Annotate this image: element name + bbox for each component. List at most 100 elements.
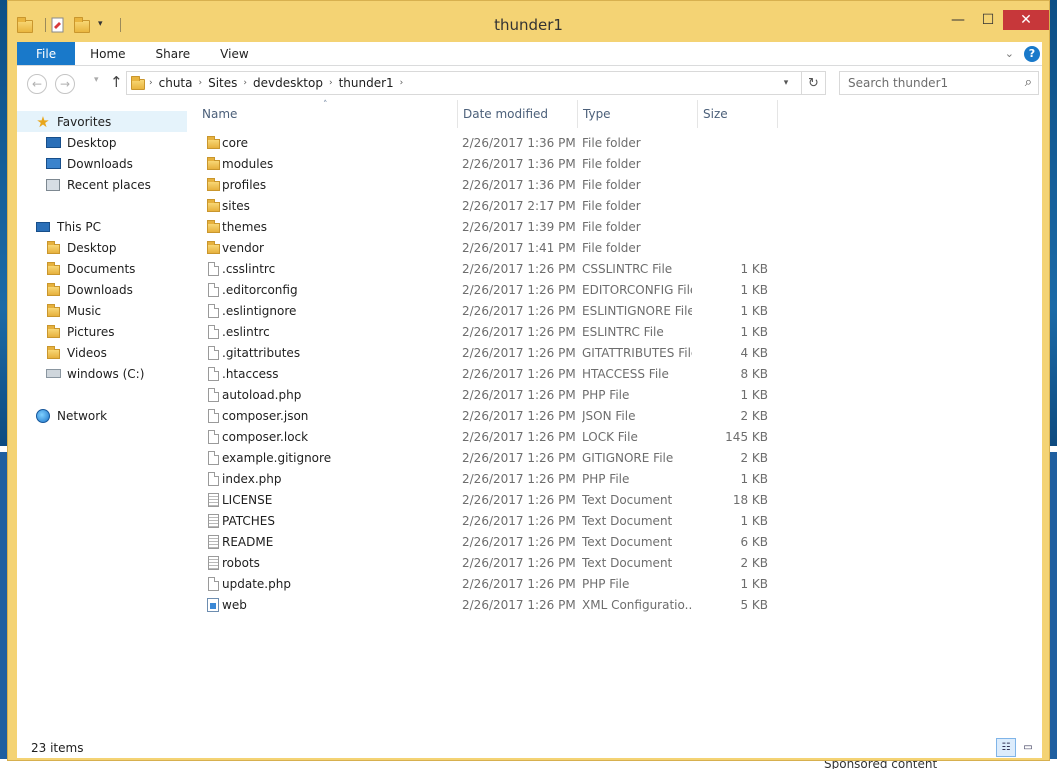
minimize-button[interactable]: — — [943, 10, 973, 30]
table-row[interactable]: index.php 2/26/2017 1:26 PM PHP File 1 KB — [199, 468, 774, 489]
search-input[interactable]: Search thunder1 ⌕ — [839, 71, 1039, 95]
sidebar-item-label: Desktop — [67, 135, 117, 150]
file-date: 2/26/2017 1:26 PM — [462, 282, 576, 297]
file-date: 2/26/2017 1:36 PM — [462, 156, 576, 171]
column-header-name[interactable]: Name — [202, 100, 237, 128]
column-header-type[interactable]: Type — [583, 100, 611, 128]
column-header-date[interactable]: Date modified — [463, 100, 548, 128]
table-row[interactable]: autoload.php 2/26/2017 1:26 PM PHP File 1 K… — [199, 384, 774, 405]
breadcrumb-chuta[interactable]: chuta — [159, 76, 193, 90]
crumb-separator[interactable]: › — [149, 78, 153, 88]
file-name: README — [222, 534, 274, 549]
title-bar[interactable]: ▾ thunder1 — ☐ ✕ — [8, 1, 1049, 41]
refresh-icon[interactable]: ↻ — [801, 72, 825, 94]
sidebar-item-windows-drive[interactable]: windows (C:) — [17, 363, 144, 384]
file-size: 6 KB — [740, 534, 768, 549]
breadcrumb-thunder1[interactable]: thunder1 — [339, 76, 394, 90]
table-row[interactable]: .csslintrc 2/26/2017 1:26 PM CSSLINTRC Fil… — [199, 258, 774, 279]
table-row[interactable]: modules 2/26/2017 1:36 PM File folder — [199, 153, 774, 174]
explorer-window: ▾ thunder1 — ☐ ✕ File Home Share View ⌄ … — [7, 0, 1050, 761]
crumb-separator[interactable]: › — [198, 78, 202, 88]
table-row[interactable]: .editorconfig 2/26/2017 1:26 PM EDITORCONF… — [199, 279, 774, 300]
address-dropdown-icon[interactable]: ▾ — [777, 72, 795, 94]
text-document-icon — [205, 552, 221, 573]
sidebar-item-favorites[interactable]: ★ Favorites — [17, 111, 187, 132]
recent-locations-icon[interactable]: ▾ — [94, 75, 99, 85]
column-divider[interactable] — [577, 100, 578, 128]
table-row[interactable]: .htaccess 2/26/2017 1:26 PM HTACCESS File 8… — [199, 363, 774, 384]
text-document-icon — [205, 510, 221, 531]
sidebar-item-network[interactable]: Network — [17, 405, 107, 426]
sidebar-item-pictures[interactable]: Pictures — [17, 321, 115, 342]
file-date: 2/26/2017 1:36 PM — [462, 177, 576, 192]
file-size: 1 KB — [740, 303, 768, 318]
file-icon — [205, 321, 221, 342]
expand-ribbon-icon[interactable]: ⌄ — [1005, 47, 1014, 60]
file-name: .editorconfig — [222, 282, 298, 297]
column-header-size[interactable]: Size — [703, 100, 728, 128]
sidebar-item-recent-places[interactable]: Recent places — [17, 174, 151, 195]
sidebar-item-this-pc[interactable]: This PC — [17, 216, 101, 237]
sidebar-item-documents[interactable]: Documents — [17, 258, 135, 279]
sidebar-item-downloads[interactable]: Downloads — [17, 153, 133, 174]
sidebar-item-pc-downloads[interactable]: Downloads — [17, 279, 133, 300]
tab-view[interactable]: View — [205, 42, 263, 65]
breadcrumb-devdesktop[interactable]: devdesktop — [253, 76, 323, 90]
file-icon — [205, 342, 221, 363]
table-row[interactable]: .gitattributes 2/26/2017 1:26 PM GITATTRIB… — [199, 342, 774, 363]
address-bar[interactable]: › chuta › Sites › devdesktop › thunder1 … — [126, 71, 826, 95]
table-row[interactable]: profiles 2/26/2017 1:36 PM File folder — [199, 174, 774, 195]
help-icon[interactable]: ? — [1024, 45, 1040, 62]
maximize-button[interactable]: ☐ — [973, 10, 1003, 30]
forward-button[interactable]: → — [55, 74, 75, 94]
crumb-separator[interactable]: › — [243, 78, 247, 88]
file-name: core — [222, 135, 248, 150]
sidebar-item-label: Recent places — [67, 177, 151, 192]
table-row[interactable]: sites 2/26/2017 2:17 PM File folder — [199, 195, 774, 216]
table-row[interactable]: core 2/26/2017 1:36 PM File folder — [199, 132, 774, 153]
file-type: PHP File — [582, 576, 630, 591]
table-row[interactable]: composer.lock 2/26/2017 1:26 PM LOCK File 1… — [199, 426, 774, 447]
column-divider[interactable] — [697, 100, 698, 128]
sidebar-item-pc-desktop[interactable]: Desktop — [17, 237, 117, 258]
table-row[interactable]: vendor 2/26/2017 1:41 PM File folder — [199, 237, 774, 258]
breadcrumb-sites[interactable]: Sites — [208, 76, 237, 90]
sidebar-item-label: windows (C:) — [67, 366, 145, 381]
crumb-separator[interactable]: › — [400, 78, 404, 88]
sidebar-item-label: Network — [57, 408, 108, 423]
sidebar-item-desktop[interactable]: Desktop — [17, 132, 117, 153]
table-row[interactable]: web 2/26/2017 1:26 PM XML Configuratio... 5… — [199, 594, 774, 615]
table-row[interactable]: robots 2/26/2017 1:26 PM Text Document 2 KB — [199, 552, 774, 573]
table-row[interactable]: update.php 2/26/2017 1:26 PM PHP File 1 KB — [199, 573, 774, 594]
tab-share[interactable]: Share — [141, 42, 206, 65]
table-row[interactable]: .eslintignore 2/26/2017 1:26 PM ESLINTIGNO… — [199, 300, 774, 321]
large-icons-view-button[interactable]: ▭ — [1018, 738, 1038, 757]
crumb-separator[interactable]: › — [329, 78, 333, 88]
column-divider[interactable] — [457, 100, 458, 128]
sidebar-item-videos[interactable]: Videos — [17, 342, 107, 363]
sidebar-item-music[interactable]: Music — [17, 300, 101, 321]
sidebar-item-label: Videos — [67, 345, 107, 360]
table-row[interactable]: PATCHES 2/26/2017 1:26 PM Text Document 1 K… — [199, 510, 774, 531]
details-view-button[interactable]: ☷ — [996, 738, 1016, 757]
view-switcher: ☷ ▭ — [994, 738, 1038, 757]
up-button[interactable]: ↑ — [110, 73, 123, 91]
column-divider[interactable] — [777, 100, 778, 128]
table-row[interactable]: composer.json 2/26/2017 1:26 PM JSON File 2… — [199, 405, 774, 426]
tab-file[interactable]: File — [17, 42, 76, 65]
file-name: .gitattributes — [222, 345, 301, 360]
search-icon[interactable]: ⌕ — [1025, 75, 1032, 90]
table-row[interactable]: example.gitignore 2/26/2017 1:26 PM GITIGN… — [199, 447, 774, 468]
file-type: File folder — [582, 177, 641, 192]
navigation-pane: ★ Favorites Desktop Downloads Recent pla… — [17, 100, 187, 738]
table-row[interactable]: README 2/26/2017 1:26 PM Text Document 6 KB — [199, 531, 774, 552]
back-button[interactable]: ← — [27, 74, 47, 94]
file-type: File folder — [582, 135, 641, 150]
file-name: .htaccess — [222, 366, 279, 381]
file-type: File folder — [582, 240, 641, 255]
tab-home[interactable]: Home — [75, 42, 140, 65]
table-row[interactable]: themes 2/26/2017 1:39 PM File folder — [199, 216, 774, 237]
table-row[interactable]: LICENSE 2/26/2017 1:26 PM Text Document 18 … — [199, 489, 774, 510]
close-button[interactable]: ✕ — [1003, 10, 1049, 30]
table-row[interactable]: .eslintrc 2/26/2017 1:26 PM ESLINTRC File 1… — [199, 321, 774, 342]
